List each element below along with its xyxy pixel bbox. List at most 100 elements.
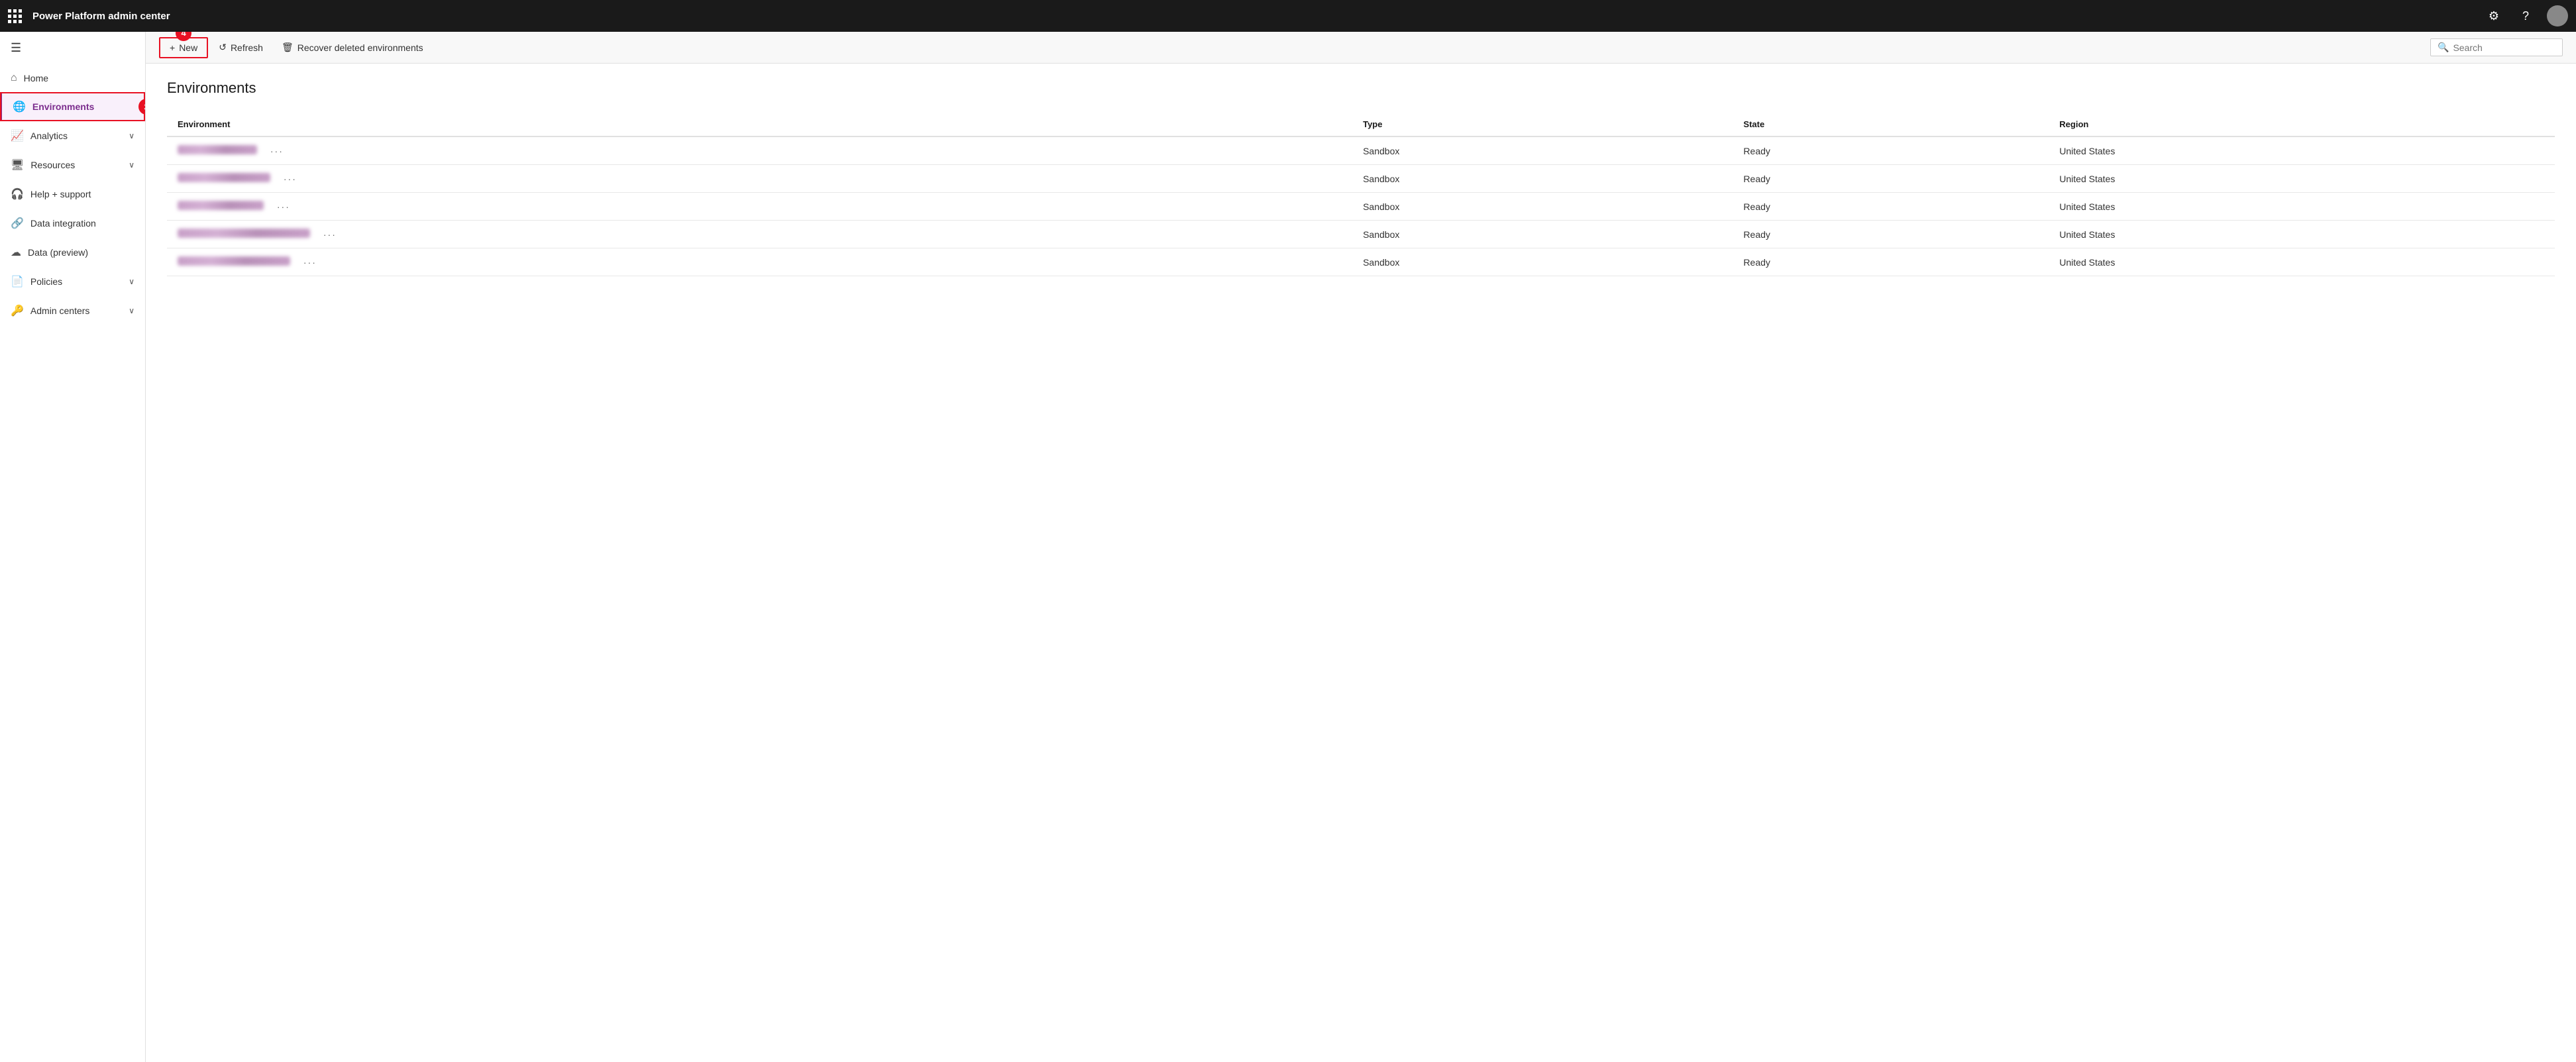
env-region-cell: United States	[2049, 165, 2555, 193]
env-state-cell: Ready	[1733, 193, 2049, 221]
table-row[interactable]: ··· Sandbox Ready United States	[167, 221, 2555, 248]
env-region-cell: United States	[2049, 248, 2555, 276]
main-layout: ☰ ⌂ Home 🌐 Environments 3 📈 Analytics ∨ …	[0, 32, 2576, 1062]
sidebar-item-resources[interactable]: 🖥 Resources ∨	[0, 150, 145, 180]
col-environment: Environment	[167, 113, 1352, 136]
env-region-cell: United States	[2049, 221, 2555, 248]
sidebar-item-data-preview[interactable]: ☁ Data (preview)	[0, 238, 145, 267]
env-name-blurred	[178, 201, 264, 210]
env-name-cell: ···	[167, 165, 1352, 193]
page-content: Environments Environment Type State Regi…	[146, 64, 2576, 1062]
search-icon: 🔍	[2438, 42, 2449, 53]
sidebar-item-home-label: Home	[24, 73, 48, 83]
admin-centers-icon: 🔑	[11, 304, 24, 317]
col-type: Type	[1352, 113, 1733, 136]
content-area: 4 + New ↺ Refresh 🗑 Recover deleted envi…	[146, 32, 2576, 1062]
env-type-cell: Sandbox	[1352, 193, 1733, 221]
top-bar: Power Platform admin center ⚙ ?	[0, 0, 2576, 32]
env-region-cell: United States	[2049, 193, 2555, 221]
table-row[interactable]: ··· Sandbox Ready United States	[167, 248, 2555, 276]
env-more-button[interactable]: ···	[270, 146, 284, 156]
app-title: Power Platform admin center	[32, 11, 2475, 22]
recover-button-label: Recover deleted environments	[297, 42, 423, 53]
environments-table: Environment Type State Region ··· Sandbo…	[167, 113, 2555, 276]
recover-button[interactable]: 🗑 Recover deleted environments	[274, 38, 431, 57]
table-row[interactable]: ··· Sandbox Ready United States	[167, 136, 2555, 165]
table-header: Environment Type State Region	[167, 113, 2555, 136]
env-state-cell: Ready	[1733, 136, 2049, 165]
analytics-icon: 📈	[11, 129, 24, 142]
analytics-chevron-icon: ∨	[129, 131, 134, 140]
data-integration-icon: 🔗	[11, 217, 24, 230]
user-avatar[interactable]	[2547, 5, 2568, 27]
env-more-button[interactable]: ···	[303, 257, 317, 268]
new-button-wrapper: 4 + New	[159, 37, 208, 58]
home-icon: ⌂	[11, 72, 17, 84]
sidebar-item-admin-centers-label: Admin centers	[30, 305, 89, 316]
toolbar: 4 + New ↺ Refresh 🗑 Recover deleted envi…	[146, 32, 2576, 64]
page-title: Environments	[167, 80, 2555, 97]
sidebar-item-policies-label: Policies	[30, 276, 62, 287]
sidebar-item-help[interactable]: 🎧 Help + support	[0, 180, 145, 209]
sidebar-item-analytics[interactable]: 📈 Analytics ∨	[0, 121, 145, 150]
recover-icon: 🗑	[282, 42, 294, 53]
env-name-blurred	[178, 229, 310, 238]
sidebar-item-data-preview-label: Data (preview)	[28, 247, 88, 258]
env-name-blurred	[178, 145, 257, 154]
policies-chevron-icon: ∨	[129, 277, 134, 286]
search-input[interactable]	[2453, 42, 2546, 53]
env-state-cell: Ready	[1733, 248, 2049, 276]
env-state-cell: Ready	[1733, 221, 2049, 248]
env-more-button[interactable]: ···	[323, 229, 337, 240]
table-row[interactable]: ··· Sandbox Ready United States	[167, 193, 2555, 221]
sidebar-item-environments[interactable]: 🌐 Environments	[0, 92, 145, 121]
env-more-button[interactable]: ···	[277, 201, 290, 212]
admin-centers-chevron-icon: ∨	[129, 306, 134, 315]
env-name-blurred	[178, 173, 270, 182]
sidebar-item-environments-label: Environments	[32, 101, 94, 112]
hamburger-button[interactable]: ☰	[0, 32, 145, 64]
sidebar-item-data-integration[interactable]: 🔗 Data integration	[0, 209, 145, 238]
env-type-cell: Sandbox	[1352, 136, 1733, 165]
sidebar-item-policies[interactable]: 📄 Policies ∨	[0, 267, 145, 296]
env-name-cell: ···	[167, 248, 1352, 276]
env-name-cell: ···	[167, 193, 1352, 221]
refresh-button-label: Refresh	[231, 42, 263, 53]
env-region-cell: United States	[2049, 136, 2555, 165]
sidebar-item-help-label: Help + support	[30, 189, 91, 199]
sidebar-item-data-integration-label: Data integration	[30, 218, 96, 229]
top-bar-actions: ⚙ ?	[2483, 5, 2568, 27]
new-button-label: New	[179, 42, 197, 53]
env-name-cell: ···	[167, 221, 1352, 248]
col-region: Region	[2049, 113, 2555, 136]
resources-icon: 🖥	[11, 158, 24, 172]
policies-icon: 📄	[11, 275, 24, 288]
env-name-blurred	[178, 256, 290, 266]
env-type-cell: Sandbox	[1352, 248, 1733, 276]
sidebar-item-home[interactable]: ⌂ Home	[0, 64, 145, 92]
environments-icon: 🌐	[13, 100, 26, 113]
sidebar-item-resources-label: Resources	[30, 160, 75, 170]
refresh-button[interactable]: ↺ Refresh	[211, 38, 271, 57]
sidebar: ☰ ⌂ Home 🌐 Environments 3 📈 Analytics ∨ …	[0, 32, 146, 1062]
data-preview-icon: ☁	[11, 246, 21, 259]
env-name-cell: ···	[167, 136, 1352, 165]
new-icon: +	[170, 42, 175, 53]
env-more-button[interactable]: ···	[284, 174, 297, 184]
env-type-cell: Sandbox	[1352, 165, 1733, 193]
waffle-icon[interactable]	[8, 9, 22, 23]
refresh-icon: ↺	[219, 42, 227, 53]
col-state: State	[1733, 113, 2049, 136]
sidebar-item-admin-centers[interactable]: 🔑 Admin centers ∨	[0, 296, 145, 325]
help-icon: 🎧	[11, 187, 24, 201]
sidebar-item-analytics-label: Analytics	[30, 131, 68, 141]
resources-chevron-icon: ∨	[129, 160, 134, 170]
table-body: ··· Sandbox Ready United States ··· Sand…	[167, 136, 2555, 276]
table-row[interactable]: ··· Sandbox Ready United States	[167, 165, 2555, 193]
search-box[interactable]: 🔍	[2430, 38, 2563, 56]
settings-button[interactable]: ⚙	[2483, 5, 2504, 27]
help-button[interactable]: ?	[2515, 5, 2536, 27]
sidebar-env-wrapper: 🌐 Environments 3	[0, 92, 145, 121]
env-type-cell: Sandbox	[1352, 221, 1733, 248]
env-state-cell: Ready	[1733, 165, 2049, 193]
